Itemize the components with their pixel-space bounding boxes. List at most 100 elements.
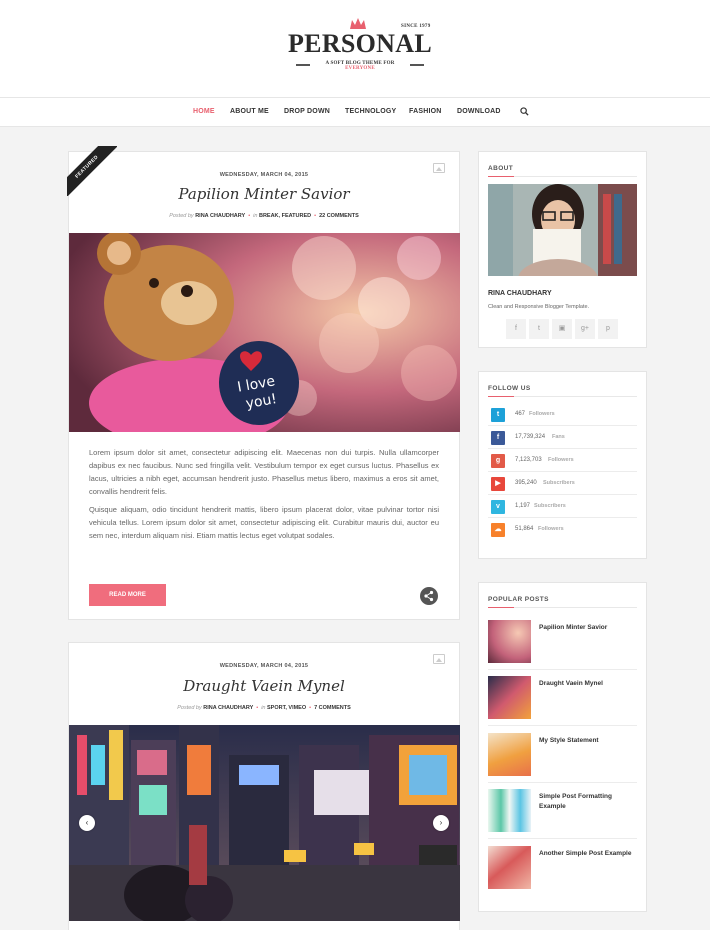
- popular-post-title[interactable]: Draught Vaein Mynel: [539, 679, 634, 689]
- post-comments[interactable]: 22 COMMENTS: [319, 213, 359, 219]
- logo-divider-right: [410, 64, 424, 66]
- about-widget: ABOUT RINA CHAUDHARY Clean and Responsiv…: [478, 151, 647, 348]
- popular-post-item[interactable]: Another Simple Post Example: [488, 841, 637, 896]
- follow-count: 7,123,703: [515, 457, 542, 463]
- follow-label: Followers: [529, 411, 555, 417]
- follow-row-soundcloud[interactable]: ☁ 51,864 Followers: [488, 518, 637, 541]
- instagram-icon[interactable]: ▣: [552, 319, 572, 339]
- follow-row-google-plus[interactable]: g 7,123,703 Followers: [488, 449, 637, 472]
- excerpt-paragraph: Quisque aliquam, odio tincidunt hendreri…: [89, 505, 439, 540]
- post-comments[interactable]: 7 COMMENTS: [314, 705, 351, 711]
- follow-label: Fans: [552, 434, 565, 440]
- post-card: WEDNESDAY, MARCH 04, 2015 Draught Vaein …: [68, 642, 460, 930]
- post-image-teddy[interactable]: I love you!: [69, 233, 460, 432]
- follow-count: 467: [515, 411, 526, 417]
- vimeo-icon: v: [491, 500, 505, 514]
- widget-title: FOLLOW US: [488, 385, 531, 392]
- google-plus-icon: g: [491, 454, 505, 468]
- meta-separator: •: [309, 705, 312, 711]
- follow-label: Followers: [548, 457, 574, 463]
- post-title[interactable]: Draught Vaein Mynel: [69, 677, 459, 695]
- youtube-icon: ▶: [491, 477, 505, 491]
- about-description: Clean and Responsive Blogger Template.: [488, 304, 590, 310]
- in-label: in: [261, 705, 266, 711]
- post-date: WEDNESDAY, MARCH 04, 2015: [219, 663, 309, 669]
- popular-post-item[interactable]: Draught Vaein Mynel: [488, 671, 637, 726]
- nav-item-home[interactable]: HOME: [193, 108, 215, 115]
- nav-item-technology[interactable]: TECHNOLOGY: [345, 108, 396, 115]
- widget-divider: [488, 396, 637, 397]
- slider-next-button[interactable]: ›: [433, 815, 449, 831]
- search-icon[interactable]: [520, 107, 529, 116]
- tagline-highlight: EVERYONE: [345, 66, 375, 71]
- facebook-icon[interactable]: f: [506, 319, 526, 339]
- nav-item-fashion[interactable]: FASHION: [409, 108, 442, 115]
- widget-divider: [488, 607, 637, 608]
- meta-separator: •: [314, 213, 317, 219]
- popular-post-thumb[interactable]: [488, 676, 531, 719]
- site-tagline: A SOFT BLOG THEME FOR EVERYONE: [310, 61, 410, 71]
- post-date: WEDNESDAY, MARCH 04, 2015: [219, 172, 309, 178]
- popular-post-thumb[interactable]: [488, 846, 531, 889]
- widget-title: POPULAR POSTS: [488, 596, 549, 603]
- post-title[interactable]: Papilion Minter Savior: [69, 185, 459, 203]
- popular-post-thumb[interactable]: [488, 733, 531, 776]
- soundcloud-icon: ☁: [491, 523, 505, 537]
- meta-separator: •: [256, 705, 259, 711]
- pinterest-icon[interactable]: p: [598, 319, 618, 339]
- popular-post-title[interactable]: Simple Post Formatting Example: [539, 792, 634, 812]
- post-gallery-city[interactable]: ‹ ›: [69, 725, 460, 921]
- popular-post-title[interactable]: Another Simple Post Example: [539, 849, 634, 859]
- read-more-button[interactable]: READ MORE: [89, 584, 166, 606]
- follow-row-vimeo[interactable]: v 1,197 Subscribers: [488, 495, 637, 518]
- excerpt-paragraph: Lorem ipsum dolor sit amet, consectetur …: [89, 448, 439, 496]
- post-meta: Posted by RINA CHAUDHARY • in BREAK, FEATU…: [69, 213, 459, 219]
- meta-separator: •: [248, 213, 251, 219]
- in-label: in: [253, 213, 258, 219]
- post-author[interactable]: RINA CHAUDHARY: [203, 705, 253, 711]
- site-header: SINCE 1979 PERSONAL A SOFT BLOG THEME FO…: [0, 0, 710, 97]
- follow-count: 395,240: [515, 480, 537, 486]
- follow-count: 1,197: [515, 503, 531, 509]
- about-name: RINA CHAUDHARY: [488, 290, 552, 297]
- share-button[interactable]: [420, 587, 438, 605]
- nav-item-download[interactable]: DOWNLOAD: [457, 108, 501, 115]
- widget-title: ABOUT: [488, 165, 514, 172]
- slider-prev-button[interactable]: ‹: [79, 815, 95, 831]
- follow-label: Subscribers: [543, 480, 575, 486]
- follow-label: Subscribers: [534, 503, 566, 509]
- posted-by-label: Posted by: [169, 213, 194, 219]
- popular-post-item[interactable]: My Style Statement: [488, 728, 637, 783]
- popular-post-thumb[interactable]: [488, 620, 531, 663]
- follow-label: Followers: [538, 526, 564, 532]
- twitter-icon: t: [491, 408, 505, 422]
- post-author[interactable]: RINA CHAUDHARY: [195, 213, 245, 219]
- twitter-icon[interactable]: t: [529, 319, 549, 339]
- follow-row-facebook[interactable]: f 17,739,324 Fans: [488, 426, 637, 449]
- nav-item-about-me[interactable]: ABOUT ME: [230, 108, 269, 115]
- post-meta: Posted by RINA CHAUDHARY • in SPORT, VIMEO…: [69, 705, 459, 711]
- popular-post-title[interactable]: My Style Statement: [539, 736, 634, 746]
- google-plus-icon[interactable]: g+: [575, 319, 595, 339]
- nav-item-drop-down[interactable]: DROP DOWN: [284, 108, 330, 115]
- popular-post-title[interactable]: Papilion Minter Savior: [539, 623, 634, 633]
- posted-by-label: Posted by: [177, 705, 202, 711]
- popular-posts-widget: POPULAR POSTS Papilion Minter Savior Dra…: [478, 582, 647, 912]
- facebook-icon: f: [491, 431, 505, 445]
- logo-divider-left: [296, 64, 310, 66]
- post-categories[interactable]: SPORT, VIMEO: [267, 705, 306, 711]
- widget-divider: [488, 176, 637, 177]
- post-excerpt: Lorem ipsum dolor sit amet, consectetur …: [89, 446, 439, 547]
- follow-widget: FOLLOW US t 467 Followers f 17,739,324 F…: [478, 371, 647, 559]
- share-icon: [424, 590, 434, 602]
- follow-count: 51,864: [515, 526, 534, 532]
- post-card: FEATURED WEDNESDAY, MARCH 04, 2015 Papil…: [67, 146, 460, 620]
- follow-row-twitter[interactable]: t 467 Followers: [488, 403, 637, 426]
- follow-row-youtube[interactable]: ▶ 395,240 Subscribers: [488, 472, 637, 495]
- post-categories[interactable]: BREAK, FEATURED: [259, 213, 311, 219]
- site-logo[interactable]: PERSONAL: [288, 29, 432, 59]
- popular-post-thumb[interactable]: [488, 789, 531, 832]
- popular-post-item[interactable]: Papilion Minter Savior: [488, 615, 637, 670]
- main-nav: HOME ABOUT ME DROP DOWN TECHNOLOGY FASHI…: [0, 97, 710, 127]
- popular-post-item[interactable]: Simple Post Formatting Example: [488, 784, 637, 839]
